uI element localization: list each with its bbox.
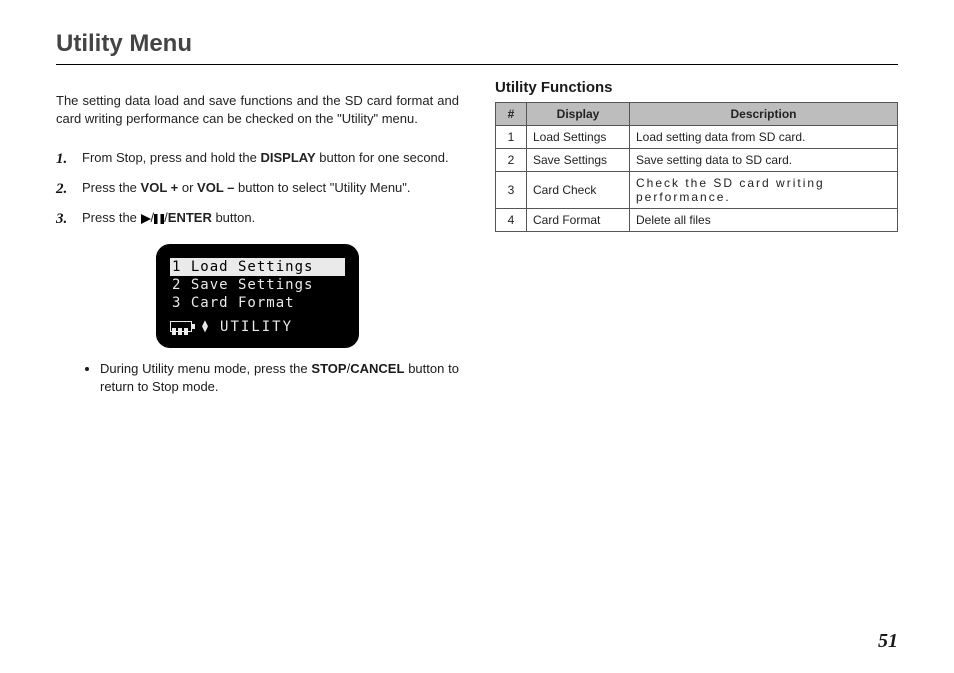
cell-num: 2 <box>496 149 527 172</box>
note-a: During Utility menu mode, press the <box>100 361 311 376</box>
step2-text-e: button to select "Utility Menu". <box>234 180 410 195</box>
cell-desc: Check the SD card writing performance. <box>630 172 898 209</box>
pause-icon <box>154 210 164 225</box>
lcd-line-1: 1 Load Settings <box>170 258 345 276</box>
step1-text-a: From Stop, press and hold the <box>82 150 260 165</box>
step2-vol-minus: VOL – <box>197 180 234 195</box>
table-header-row: # Display Description <box>496 103 898 126</box>
step3-enter: ENTER <box>168 210 212 225</box>
lcd-line-3: 3 Card Format <box>170 294 345 312</box>
cell-desc: Save setting data to SD card. <box>630 149 898 172</box>
table-row: 2 Save Settings Save setting data to SD … <box>496 149 898 172</box>
cell-num: 3 <box>496 172 527 209</box>
lcd-footer-text: UTILITY <box>220 318 293 336</box>
note-list: During Utility menu mode, press the STOP… <box>56 360 459 396</box>
lcd-screenshot: 1 Load Settings 2 Save Settings 3 Card F… <box>156 244 359 348</box>
table-row: 4 Card Format Delete all files <box>496 209 898 232</box>
utility-functions-heading: Utility Functions <box>495 79 898 96</box>
note-stop: STOP <box>311 361 346 376</box>
table-row: 1 Load Settings Load setting data from S… <box>496 126 898 149</box>
step3-text-c: button. <box>212 210 255 225</box>
cell-display: Save Settings <box>527 149 630 172</box>
cell-desc: Delete all files <box>630 209 898 232</box>
step1-text-c: button for one second. <box>316 150 449 165</box>
steps-list: From Stop, press and hold the DISPLAY bu… <box>56 149 459 228</box>
cell-num: 1 <box>496 126 527 149</box>
step1-button-label: DISPLAY <box>260 150 315 165</box>
cell-display: Load Settings <box>527 126 630 149</box>
play-icon <box>141 210 151 225</box>
step-3: Press the //ENTER button. <box>56 209 459 227</box>
note-cancel: CANCEL <box>350 361 404 376</box>
col-desc: Description <box>630 103 898 126</box>
col-num: # <box>496 103 527 126</box>
left-column: The setting data load and save functions… <box>56 79 459 396</box>
step2-text-a: Press the <box>82 180 141 195</box>
cell-num: 4 <box>496 209 527 232</box>
battery-icon <box>170 321 192 332</box>
step-1: From Stop, press and hold the DISPLAY bu… <box>56 149 459 167</box>
horizontal-rule <box>56 64 898 65</box>
updown-icon: ▲▼ <box>202 321 210 333</box>
intro-paragraph: The setting data load and save functions… <box>56 92 459 127</box>
cell-display: Card Check <box>527 172 630 209</box>
step-2: Press the VOL + or VOL – button to selec… <box>56 179 459 197</box>
step2-text-c: or <box>178 180 197 195</box>
lcd-footer: ▲▼ UTILITY <box>170 318 345 336</box>
utility-functions-table: # Display Description 1 Load Settings Lo… <box>495 102 898 232</box>
table-row: 3 Card Check Check the SD card writing p… <box>496 172 898 209</box>
step3-text-a: Press the <box>82 210 141 225</box>
page-title: Utility Menu <box>56 30 898 58</box>
cell-display: Card Format <box>527 209 630 232</box>
two-column-layout: The setting data load and save functions… <box>56 79 898 396</box>
page-number: 51 <box>878 630 898 653</box>
note-item: During Utility menu mode, press the STOP… <box>100 360 459 396</box>
right-column: Utility Functions # Display Description … <box>495 79 898 396</box>
step2-vol-plus: VOL + <box>141 180 179 195</box>
col-display: Display <box>527 103 630 126</box>
manual-page: Utility Menu The setting data load and s… <box>0 0 954 673</box>
lcd-line-2: 2 Save Settings <box>170 276 345 294</box>
cell-desc: Load setting data from SD card. <box>630 126 898 149</box>
